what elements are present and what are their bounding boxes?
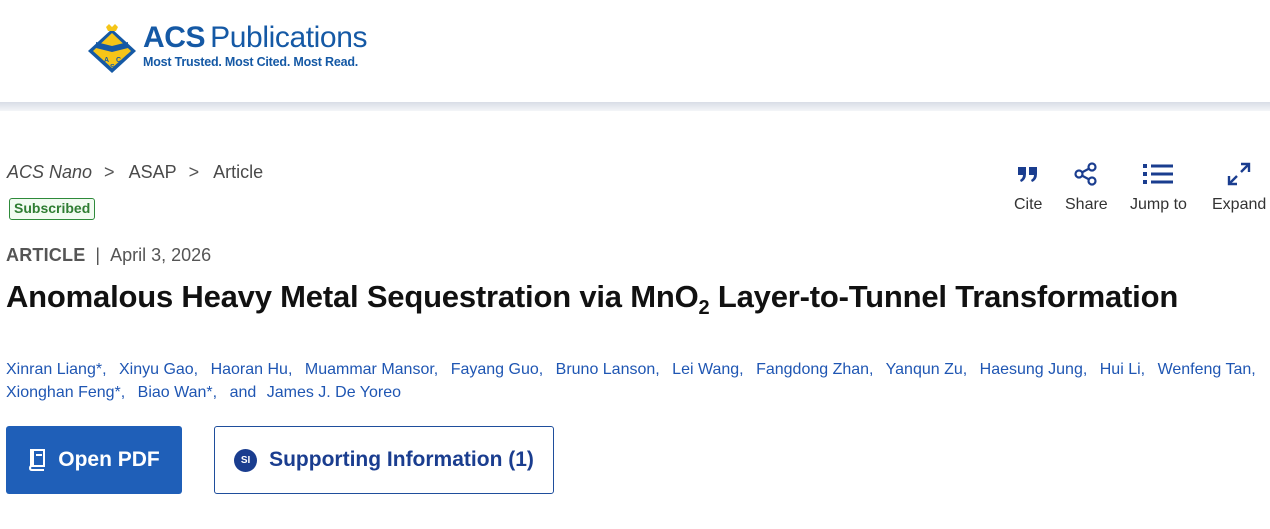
svg-text:A: A <box>104 57 109 64</box>
quote-icon <box>1017 160 1039 188</box>
supporting-information-button[interactable]: SI Supporting Information (1) <box>214 426 554 494</box>
article-title: Anomalous Heavy Metal Sequestration via … <box>6 279 1179 319</box>
acs-publications-logo[interactable]: A C S ACS Publications Most Trusted. Mos… <box>86 21 368 73</box>
si-icon: SI <box>234 448 258 472</box>
jump-to-button[interactable]: Jump to <box>1130 160 1187 214</box>
author-link[interactable]: Xionghan Feng*, <box>6 384 125 401</box>
author-link[interactable]: Wenfeng Tan, <box>1158 361 1256 378</box>
author-link[interactable]: Bruno Lanson, <box>556 361 660 378</box>
share-button[interactable]: Share <box>1065 160 1108 214</box>
expand-icon <box>1227 160 1251 188</box>
author-list: Xinran Liang*, Xinyu Gao, Haoran Hu, Mua… <box>6 358 1266 404</box>
svg-text:C: C <box>116 57 121 64</box>
share-label: Share <box>1065 196 1108 213</box>
share-icon <box>1073 160 1099 188</box>
author-link[interactable]: Haoran Hu, <box>211 361 293 378</box>
open-pdf-button[interactable]: Open PDF <box>6 426 182 494</box>
breadcrumb: ACS Nano > ASAP > Article <box>7 162 263 183</box>
logo-acs-text: ACS <box>143 21 206 54</box>
author-link[interactable]: Fayang Guo, <box>451 361 544 378</box>
article-meta: ARTICLE | April 3, 2026 <box>6 245 211 266</box>
chevron-right-icon: > <box>104 162 115 182</box>
header-divider <box>0 102 1270 111</box>
article-tools: Cite Share Jump to Expand <box>1000 160 1270 220</box>
author-link[interactable]: Biao Wan*, <box>138 384 217 401</box>
list-icon <box>1143 160 1174 188</box>
subscribed-badge: Subscribed <box>9 198 96 220</box>
logo-tagline: Most Trusted. Most Cited. Most Read. <box>143 55 359 69</box>
author-link[interactable]: Fangdong Zhan, <box>756 361 873 378</box>
book-icon <box>29 449 46 471</box>
cite-label: Cite <box>1014 196 1043 213</box>
author-link[interactable]: James J. De Yoreo <box>267 384 401 401</box>
site-header: A C S ACS Publications Most Trusted. Mos… <box>0 0 1270 104</box>
jump-to-label: Jump to <box>1130 196 1187 213</box>
supporting-information-label: Supporting Information (1) <box>269 448 534 471</box>
author-link[interactable]: Muammar Mansor, <box>305 361 438 378</box>
author-link[interactable]: Xinran Liang*, <box>6 361 107 378</box>
expand-label: Expand <box>1212 196 1267 213</box>
open-pdf-label: Open PDF <box>58 448 160 471</box>
breadcrumb-journal-link[interactable]: ACS Nano <box>7 162 92 183</box>
meta-separator: | <box>95 245 101 265</box>
author-link[interactable]: Haesung Jung, <box>980 361 1088 378</box>
author-link[interactable]: Xinyu Gao, <box>119 361 198 378</box>
author-and-text: and <box>229 384 257 401</box>
publication-date: April 3, 2026 <box>110 245 212 265</box>
author-link[interactable]: Lei Wang, <box>672 361 743 378</box>
author-link[interactable]: Hui Li, <box>1100 361 1145 378</box>
expand-button[interactable]: Expand <box>1212 160 1266 214</box>
article-type: ARTICLE <box>6 245 86 265</box>
author-link[interactable]: Yanqun Zu, <box>886 361 968 378</box>
acs-logo-mark-icon: A C S <box>88 24 136 73</box>
svg-text:S: S <box>110 64 115 71</box>
chevron-right-icon: > <box>188 162 200 182</box>
breadcrumb-article: Article <box>213 162 264 182</box>
breadcrumb-asap-link[interactable]: ASAP <box>129 162 177 183</box>
cite-button[interactable]: Cite <box>1014 160 1042 214</box>
logo-publications-text: Publications <box>210 21 368 54</box>
